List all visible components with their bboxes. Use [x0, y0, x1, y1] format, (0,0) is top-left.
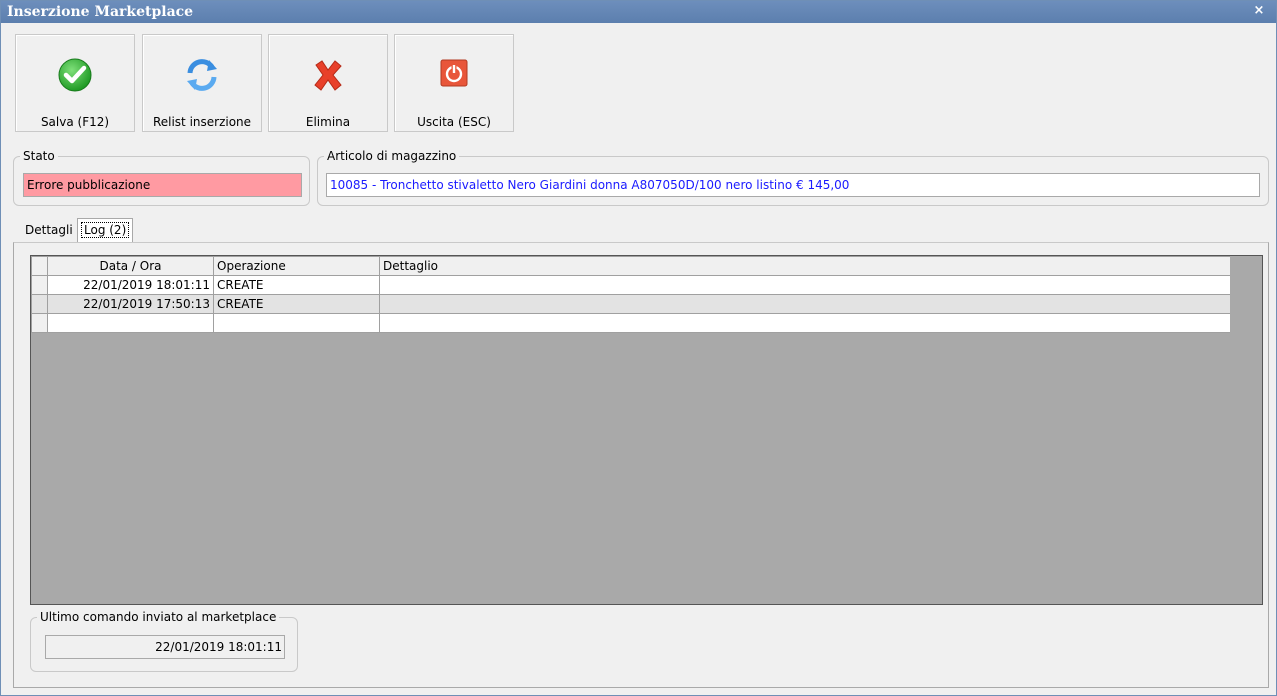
cell-detail[interactable] — [379, 294, 1232, 314]
close-icon[interactable]: × — [1252, 4, 1266, 18]
relist-button[interactable]: Relist inserzione — [142, 34, 262, 132]
delete-label: Elimina — [305, 115, 351, 129]
log-grid[interactable]: Data / Ora Operazione Dettaglio 22/01/20… — [30, 255, 1263, 605]
tab-log-label: Log (2) — [80, 222, 130, 238]
table-header-row: Data / Ora Operazione Dettaglio — [31, 256, 1232, 276]
exit-button[interactable]: Uscita (ESC) — [394, 34, 514, 132]
stato-legend: Stato — [23, 149, 55, 163]
row-indicator — [31, 294, 48, 314]
table-row-new[interactable] — [31, 313, 1232, 333]
refresh-icon — [182, 57, 222, 96]
window-title: Inserzione Marketplace — [7, 4, 194, 20]
power-icon — [438, 57, 470, 92]
col-header-date[interactable]: Data / Ora — [47, 256, 214, 276]
cell-detail[interactable] — [379, 275, 1232, 295]
table-row[interactable]: 22/01/2019 17:50:13 CREATE — [31, 294, 1232, 314]
check-circle-icon — [57, 57, 93, 96]
articolo-field[interactable]: 10085 - Tronchetto stivaletto Nero Giard… — [326, 173, 1260, 197]
tab-log[interactable]: Log (2) — [77, 218, 134, 243]
cell-date[interactable] — [47, 313, 214, 333]
col-header-operation[interactable]: Operazione — [213, 256, 380, 276]
save-button[interactable]: Salva (F12) — [15, 34, 135, 132]
cell-date[interactable]: 22/01/2019 18:01:11 — [47, 275, 214, 295]
ultimo-comando-field[interactable]: 22/01/2019 18:01:11 — [45, 635, 285, 659]
cell-date[interactable]: 22/01/2019 17:50:13 — [47, 294, 214, 314]
cell-operation[interactable]: CREATE — [213, 294, 380, 314]
articolo-legend: Articolo di magazzino — [327, 149, 457, 163]
save-label: Salva (F12) — [40, 115, 110, 129]
marketplace-window: Inserzione Marketplace × Salva (F12) Rel… — [0, 0, 1277, 696]
table-row[interactable]: 22/01/2019 18:01:11 CREATE — [31, 275, 1232, 295]
cell-detail[interactable] — [379, 313, 1232, 333]
title-bar: Inserzione Marketplace × — [1, 1, 1276, 23]
log-table: Data / Ora Operazione Dettaglio 22/01/20… — [31, 256, 1232, 333]
col-header-detail[interactable]: Dettaglio — [379, 256, 1232, 276]
cell-operation[interactable] — [213, 313, 380, 333]
red-x-icon — [310, 57, 346, 96]
tab-dettagli-label: Dettagli — [25, 223, 73, 237]
stato-field[interactable]: Errore pubblicazione — [23, 173, 302, 197]
row-indicator — [31, 313, 48, 333]
row-indicator-header — [31, 256, 48, 276]
row-indicator — [31, 275, 48, 295]
relist-label: Relist inserzione — [152, 115, 252, 129]
ultimo-comando-legend: Ultimo comando inviato al marketplace — [40, 610, 277, 624]
delete-button[interactable]: Elimina — [268, 34, 388, 132]
cell-operation[interactable]: CREATE — [213, 275, 380, 295]
exit-label: Uscita (ESC) — [417, 115, 491, 129]
tab-dettagli[interactable]: Dettagli — [21, 219, 77, 241]
grid-empty-area — [1230, 256, 1262, 604]
